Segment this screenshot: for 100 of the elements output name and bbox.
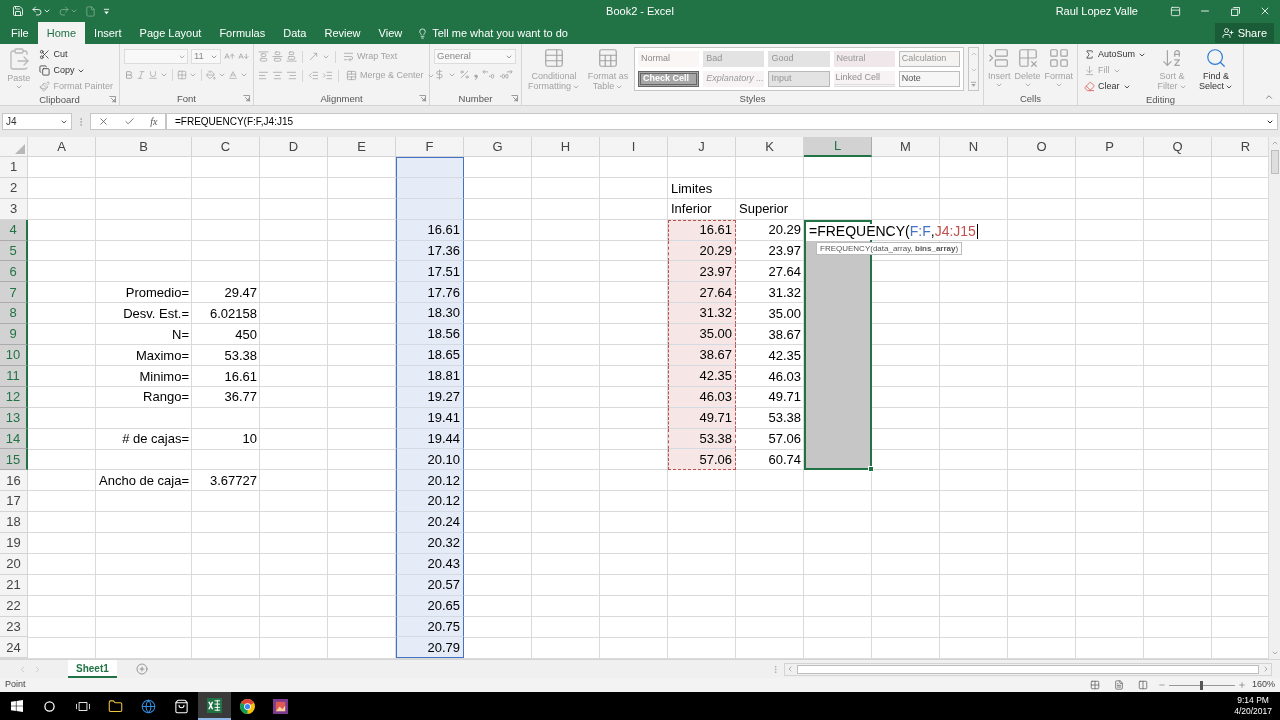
column-header[interactable]: Q: [1144, 137, 1212, 157]
increase-indent-icon[interactable]: [322, 70, 333, 81]
column-header[interactable]: G: [464, 137, 532, 157]
font-color-icon[interactable]: [228, 70, 238, 80]
align-center-icon[interactable]: [272, 70, 283, 81]
cut-button[interactable]: Cut: [37, 47, 115, 62]
row-header[interactable]: 9: [0, 324, 28, 345]
clear-button[interactable]: Clear: [1082, 79, 1149, 94]
align-top-icon[interactable]: [258, 51, 269, 62]
paint-bucket-icon[interactable]: [206, 70, 216, 80]
column-header[interactable]: R: [1212, 137, 1268, 157]
column-header[interactable]: L: [804, 137, 872, 157]
ribbon-tab[interactable]: Page Layout: [130, 22, 211, 44]
align-right-icon[interactable]: [286, 70, 297, 81]
add-sheet-icon[interactable]: [135, 663, 148, 675]
decrease-indent-icon[interactable]: [308, 70, 319, 81]
row-header[interactable]: 4: [0, 219, 28, 241]
borders-icon[interactable]: [177, 70, 187, 80]
collapse-ribbon-icon[interactable]: [1264, 92, 1274, 102]
column-header[interactable]: D: [260, 137, 328, 157]
column-header[interactable]: O: [1008, 137, 1076, 157]
dialog-launcher-icon[interactable]: [511, 95, 518, 102]
column-header[interactable]: M: [872, 137, 940, 157]
row-header[interactable]: 21: [0, 574, 28, 596]
sheet-tab[interactable]: Sheet1: [68, 660, 117, 678]
copy-button[interactable]: Copy: [37, 63, 115, 78]
scrollbar-thumb[interactable]: [1270, 150, 1279, 174]
circle-icon[interactable]: [44, 700, 55, 712]
start-icon[interactable]: [10, 700, 23, 712]
tell-me-field[interactable]: Tell me what you want to do: [432, 24, 583, 42]
column-header[interactable]: J: [668, 137, 736, 157]
row-header[interactable]: 3: [0, 198, 28, 220]
shrink-font-icon[interactable]: [238, 51, 249, 62]
row-header[interactable]: 2: [0, 177, 28, 199]
column-header[interactable]: K: [736, 137, 804, 157]
zoom-level[interactable]: 160%: [1251, 678, 1275, 692]
row-header[interactable]: 13: [0, 407, 28, 429]
column-header[interactable]: A: [28, 137, 96, 157]
dialog-launcher-icon[interactable]: [419, 95, 426, 102]
ribbon-display-icon[interactable]: [1169, 5, 1181, 17]
horizontal-scrollbar-thumb[interactable]: [797, 664, 1259, 674]
row-header[interactable]: 18: [0, 512, 28, 534]
row-header[interactable]: 10: [0, 345, 28, 366]
increase-decimal-icon[interactable]: [482, 69, 496, 80]
column-header[interactable]: B: [96, 137, 192, 157]
next-sheet-icon[interactable]: [33, 664, 42, 674]
align-bottom-icon[interactable]: [286, 51, 297, 62]
splitter-icon[interactable]: [771, 664, 780, 674]
row-header[interactable]: 24: [0, 637, 28, 659]
column-header[interactable]: P: [1076, 137, 1144, 157]
globe-icon[interactable]: [141, 698, 156, 714]
grow-font-icon[interactable]: [224, 51, 235, 62]
ribbon-tab[interactable]: Home: [37, 22, 86, 44]
ribbon-tab[interactable]: Formulas: [210, 22, 275, 44]
row-header[interactable]: 5: [0, 240, 28, 262]
customize-toolbar-icon[interactable]: [103, 7, 110, 15]
task-view-icon[interactable]: [75, 700, 90, 712]
column-header[interactable]: I: [600, 137, 668, 157]
name-box[interactable]: J4: [2, 113, 72, 130]
more-styles-icon[interactable]: [970, 81, 977, 88]
align-left-icon[interactable]: [258, 70, 269, 81]
folder-icon[interactable]: [108, 698, 123, 714]
row-header[interactable]: 16: [0, 470, 28, 492]
decrease-decimal-icon[interactable]: [499, 69, 513, 80]
scroll-up-icon[interactable]: [969, 50, 978, 58]
row-header[interactable]: 1: [0, 157, 28, 178]
ribbon-tab[interactable]: Data: [274, 22, 316, 44]
diagonal-arrow-icon[interactable]: [308, 51, 319, 62]
save-icon[interactable]: [12, 5, 24, 17]
align-middle-icon[interactable]: [272, 51, 283, 62]
zoom-slider-thumb[interactable]: [1200, 680, 1204, 690]
row-header[interactable]: 22: [0, 595, 28, 617]
dollar-icon[interactable]: [434, 69, 445, 80]
row-header[interactable]: 15: [0, 449, 28, 471]
cell-editor[interactable]: =FREQUENCY(F:F,J4:J15: [808, 223, 981, 240]
select-all-icon[interactable]: [15, 144, 25, 154]
row-header[interactable]: 17: [0, 491, 28, 513]
row-header[interactable]: 12: [0, 386, 28, 408]
normal-view-icon[interactable]: [1089, 680, 1100, 690]
row-header[interactable]: 8: [0, 303, 28, 325]
find-select-button[interactable]: Find & Select: [1196, 47, 1237, 91]
column-header[interactable]: C: [192, 137, 260, 157]
column-header[interactable]: H: [532, 137, 600, 157]
dialog-launcher-icon[interactable]: [109, 96, 116, 103]
zoom-slider[interactable]: [1168, 680, 1235, 690]
check-icon[interactable]: [124, 116, 136, 127]
formula-field[interactable]: =FREQUENCY(F:F,J4:J15: [166, 113, 1278, 130]
row-header[interactable]: 7: [0, 282, 28, 304]
active-taskbar-button[interactable]: [198, 692, 231, 720]
autosum-button[interactable]: AutoSum: [1082, 47, 1149, 62]
column-header[interactable]: N: [940, 137, 1008, 157]
row-header[interactable]: 14: [0, 428, 28, 450]
cancel-icon[interactable]: [98, 116, 110, 127]
ribbon-tab[interactable]: Insert: [85, 22, 131, 44]
insert-function-button[interactable]: fx: [150, 114, 158, 129]
row-header[interactable]: 20: [0, 553, 28, 575]
italic-icon[interactable]: [136, 70, 146, 80]
dialog-launcher-icon[interactable]: [243, 95, 250, 102]
undo-icon[interactable]: [31, 5, 43, 17]
previous-sheet-icon[interactable]: [18, 664, 27, 674]
